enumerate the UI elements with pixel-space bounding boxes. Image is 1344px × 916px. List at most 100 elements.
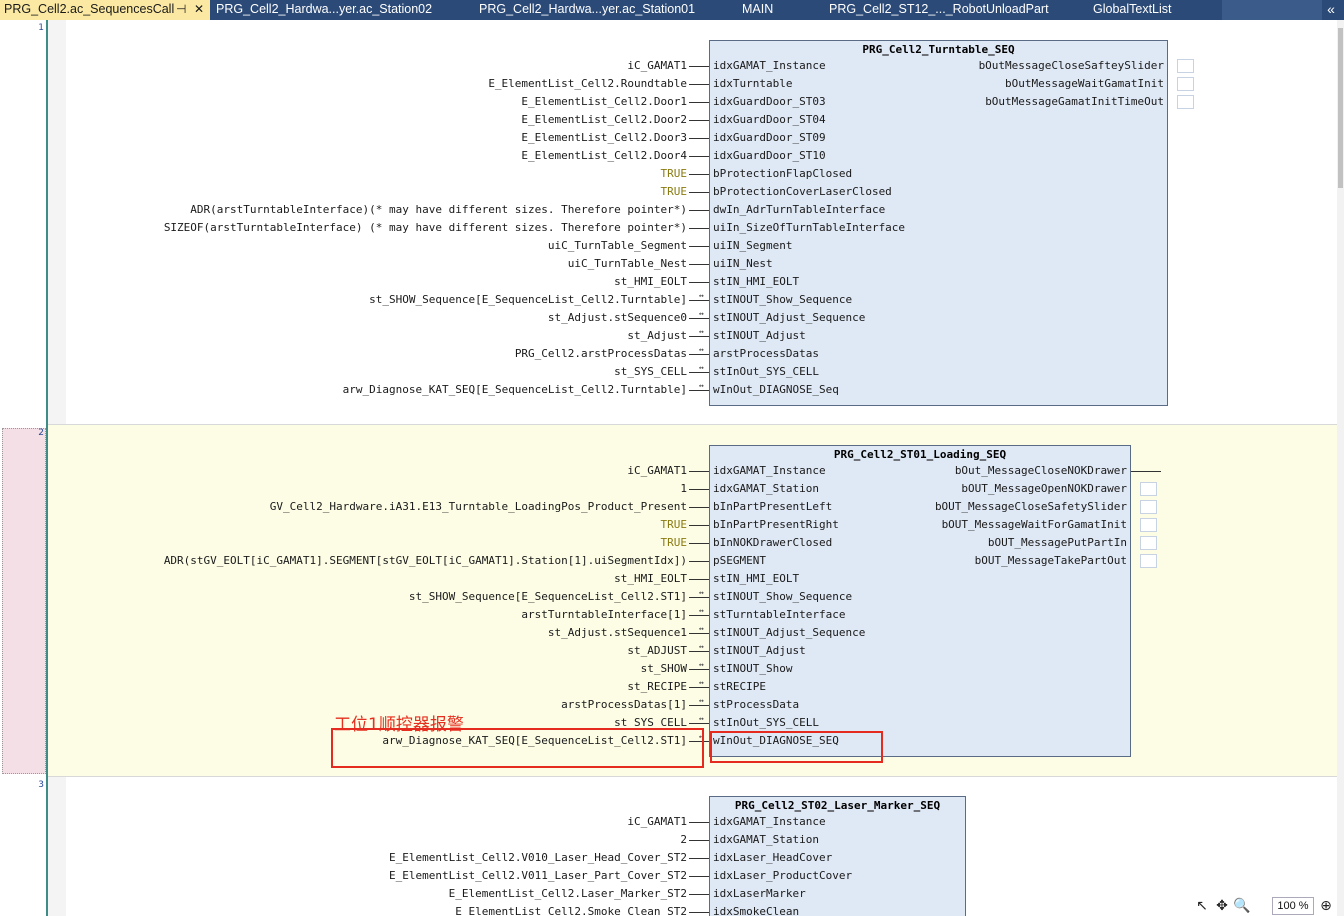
output-pin: bOUT_MessageCloseSafetySlider [934,500,1127,513]
zoom-tool-icon[interactable]: 🔍 [1232,896,1252,916]
input-argument[interactable]: st_Adjust.stSequence1 [548,626,687,640]
output-value-box[interactable] [1177,95,1194,109]
input-pin: stRECIPE [713,680,766,693]
input-argument[interactable]: arw_Diagnose_KAT_SEQ[E_SequenceList_Cell… [343,383,687,397]
input-wire [689,561,709,562]
output-value-box[interactable] [1140,554,1157,568]
input-argument[interactable]: SIZEOF(arstTurntableInterface) (* may ha… [164,221,687,235]
input-argument[interactable]: st_SHOW [641,662,687,676]
input-argument[interactable]: st_HMI_EOLT [614,275,687,289]
input-argument[interactable]: iC_GAMAT1 [627,464,687,478]
input-argument[interactable]: st_HMI_EOLT [614,572,687,586]
tab-robotunloadpart[interactable]: PRG_Cell2_ST12_..._RobotUnloadPart [829,0,1059,20]
input-argument[interactable]: TRUE [661,167,688,181]
input-argument[interactable]: E_ElementList_Cell2.Door1 [521,95,687,109]
input-argument[interactable]: 2 [680,833,687,847]
output-value-box[interactable] [1140,500,1157,514]
input-wire [689,687,709,688]
input-argument[interactable]: arstTurntableInterface[1] [521,608,687,622]
input-pin: idxTurntable [713,77,793,90]
input-argument[interactable]: TRUE [661,518,688,532]
input-wire [689,507,709,508]
inout-arrow-icon: ↔ [699,624,704,633]
input-wire [689,579,709,580]
input-pin: stINOUT_Adjust [713,644,806,657]
output-value-box[interactable] [1177,77,1194,91]
inout-arrow-icon: ↔ [699,660,704,669]
function-block-title: PRG_Cell2_ST01_Loading_SEQ [833,448,1007,461]
tab-overflow-icon[interactable]: « [1322,0,1340,20]
input-argument[interactable]: arstProcessDatas[1] [561,698,687,712]
input-argument[interactable]: uiC_TurnTable_Nest [568,257,687,271]
editor-tools: ↖ ✥ 🔍 [1192,896,1252,916]
input-pin: idxGuardDoor_ST09 [713,131,826,144]
pin-icon[interactable]: ⊣ [176,0,186,19]
input-wire [689,246,709,247]
pointer-tool-icon[interactable]: ↖ [1192,896,1212,916]
input-pin: idxGAMAT_Instance [713,59,826,72]
inout-arrow-icon: ↔ [699,327,704,336]
tab-station02[interactable]: PRG_Cell2_Hardwa...yer.ac_Station02 [216,0,446,20]
input-argument[interactable]: E_ElementList_Cell2.Laser_Marker_ST2 [449,887,687,901]
input-pin: stINOUT_Adjust_Sequence [713,311,866,324]
input-argument[interactable]: E_ElementList_Cell2.Door2 [521,113,687,127]
input-pin: bProtectionCoverLaserClosed [713,185,892,198]
inout-arrow-icon: ↔ [699,588,704,597]
scrollbar-thumb[interactable] [1338,28,1343,188]
tab-main[interactable]: MAIN [742,0,802,20]
input-argument[interactable]: TRUE [661,536,688,550]
input-argument[interactable]: E_ElementList_Cell2.Roundtable [488,77,687,91]
output-value-box[interactable] [1177,59,1194,73]
input-argument[interactable]: E_ElementList_Cell2.V010_Laser_Head_Cove… [389,851,687,865]
network-number: 3 [38,780,44,790]
input-argument[interactable]: ADR(arstTurntableInterface)(* may have d… [190,203,687,217]
close-icon[interactable]: ✕ [194,0,204,19]
input-wire [689,876,709,877]
input-argument[interactable]: iC_GAMAT1 [627,59,687,73]
input-wire [689,282,709,283]
input-argument[interactable]: st_Adjust [627,329,687,343]
input-argument[interactable]: iC_GAMAT1 [627,815,687,829]
input-wire [689,156,709,157]
input-argument[interactable]: st_RECIPE [627,680,687,694]
input-argument[interactable]: TRUE [661,185,688,199]
network-number: 1 [38,23,44,33]
input-wire [689,84,709,85]
input-wire [689,372,709,373]
output-value-box[interactable] [1140,482,1157,496]
input-argument[interactable]: GV_Cell2_Hardware.iA31.E13_Turntable_Loa… [270,500,687,514]
input-wire [689,912,709,913]
input-argument[interactable]: st_SHOW_Sequence[E_SequenceList_Cell2.ST… [409,590,687,604]
tab-sequencescall[interactable]: PRG_Cell2.ac_SequencesCall ⊣ ✕ [0,0,210,20]
input-pin: bInPartPresentRight [713,518,839,531]
ladder-editor[interactable]: 1 2 3 PRG_Cell2_Turntable_SEQ idxGAMAT_In… [0,20,1337,916]
vertical-scrollbar[interactable] [1337,20,1344,916]
input-argument[interactable]: PRG_Cell2.arstProcessDatas [515,347,687,361]
input-argument[interactable]: E_ElementList_Cell2.Door4 [521,149,687,163]
input-argument[interactable]: 1 [680,482,687,496]
input-argument[interactable]: st_Adjust.stSequence0 [548,311,687,325]
input-argument[interactable]: E_ElementList_Cell2.Door3 [521,131,687,145]
zoom-options-icon[interactable]: ⊕ [1316,896,1336,916]
input-argument[interactable]: st_SYS_CELL [614,365,687,379]
inout-arrow-icon: ↔ [699,291,704,300]
inout-arrow-icon: ↔ [699,642,704,651]
output-value-box[interactable] [1140,518,1157,532]
tab-station01[interactable]: PRG_Cell2_Hardwa...yer.ac_Station01 [479,0,709,20]
input-pin: idxSmokeClean [713,905,800,916]
input-wire [689,705,709,706]
input-wire [689,822,709,823]
tab-globaltextlist[interactable]: GlobalTextList [1093,0,1203,20]
input-pin: idxGAMAT_Instance [713,464,826,477]
input-pin: idxGAMAT_Instance [713,815,826,828]
input-argument[interactable]: st_SHOW_Sequence[E_SequenceList_Cell2.Tu… [369,293,687,307]
input-pin: stTurntableInterface [713,608,846,621]
input-argument[interactable]: ADR(stGV_EOLT[iC_GAMAT1].SEGMENT[stGV_EO… [164,554,687,568]
move-tool-icon[interactable]: ✥ [1212,896,1232,916]
input-argument[interactable]: uiC_TurnTable_Segment [548,239,687,253]
input-argument[interactable]: E_ElementList_Cell2.Smoke_Clean_ST2 [455,905,687,916]
output-value-box[interactable] [1140,536,1157,550]
input-argument[interactable]: st_ADJUST [627,644,687,658]
zoom-level-field[interactable]: 100 % [1272,897,1314,915]
input-argument[interactable]: E_ElementList_Cell2.V011_Laser_Part_Cove… [389,869,687,883]
